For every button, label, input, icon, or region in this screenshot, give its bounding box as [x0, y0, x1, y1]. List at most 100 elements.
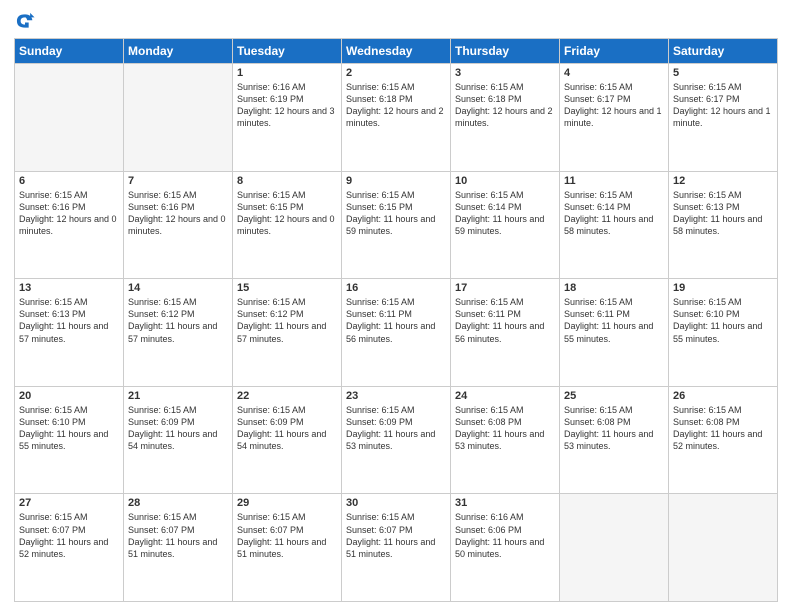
day-number: 14: [128, 282, 228, 294]
logo-text: [14, 10, 40, 32]
calendar-week-row: 1 Sunrise: 6:16 AM Sunset: 6:19 PM Daylig…: [15, 64, 778, 172]
calendar-cell: 22 Sunrise: 6:15 AM Sunset: 6:09 PM Dayli…: [233, 386, 342, 494]
calendar-week-row: 27 Sunrise: 6:15 AM Sunset: 6:07 PM Dayli…: [15, 494, 778, 602]
calendar-cell: 29 Sunrise: 6:15 AM Sunset: 6:07 PM Dayli…: [233, 494, 342, 602]
day-number: 24: [455, 390, 555, 402]
calendar-cell: 14 Sunrise: 6:15 AM Sunset: 6:12 PM Dayli…: [124, 279, 233, 387]
day-number: 2: [346, 67, 446, 79]
day-detail: Sunrise: 6:15 AM Sunset: 6:07 PM Dayligh…: [346, 511, 446, 560]
calendar-cell: 26 Sunrise: 6:15 AM Sunset: 6:08 PM Dayli…: [669, 386, 778, 494]
calendar-week-row: 20 Sunrise: 6:15 AM Sunset: 6:10 PM Dayli…: [15, 386, 778, 494]
day-detail: Sunrise: 6:15 AM Sunset: 6:12 PM Dayligh…: [128, 296, 228, 345]
day-detail: Sunrise: 6:16 AM Sunset: 6:06 PM Dayligh…: [455, 511, 555, 560]
column-header-saturday: Saturday: [669, 39, 778, 64]
calendar-cell: 19Sunrise: 6:15 AM Sunset: 6:10 PM Dayli…: [669, 279, 778, 387]
calendar-cell: 17Sunrise: 6:15 AM Sunset: 6:11 PM Dayli…: [451, 279, 560, 387]
calendar-cell: 9 Sunrise: 6:15 AM Sunset: 6:15 PM Daylig…: [342, 171, 451, 279]
day-detail: Sunrise: 6:15 AM Sunset: 6:17 PM Dayligh…: [564, 81, 664, 130]
calendar-week-row: 6 Sunrise: 6:15 AM Sunset: 6:16 PM Daylig…: [15, 171, 778, 279]
day-number: 16: [346, 282, 446, 294]
calendar-cell: 25Sunrise: 6:15 AM Sunset: 6:08 PM Dayli…: [560, 386, 669, 494]
day-number: 28: [128, 497, 228, 509]
day-number: 13: [19, 282, 119, 294]
calendar-cell: 5Sunrise: 6:15 AM Sunset: 6:17 PM Daylig…: [669, 64, 778, 172]
column-header-tuesday: Tuesday: [233, 39, 342, 64]
calendar-cell: 24 Sunrise: 6:15 AM Sunset: 6:08 PM Dayli…: [451, 386, 560, 494]
day-detail: Sunrise: 6:16 AM Sunset: 6:19 PM Dayligh…: [237, 81, 337, 130]
calendar-cell: 28 Sunrise: 6:15 AM Sunset: 6:07 PM Dayli…: [124, 494, 233, 602]
calendar-cell: 12Sunrise: 6:15 AM Sunset: 6:13 PM Dayli…: [669, 171, 778, 279]
calendar-cell: 3 Sunrise: 6:15 AM Sunset: 6:18 PM Daylig…: [451, 64, 560, 172]
day-number: 6: [19, 175, 119, 187]
day-detail: Sunrise: 6:15 AM Sunset: 6:14 PM Dayligh…: [564, 189, 664, 238]
column-header-thursday: Thursday: [451, 39, 560, 64]
calendar-cell: 11 Sunrise: 6:15 AM Sunset: 6:14 PM Dayli…: [560, 171, 669, 279]
day-number: 27: [19, 497, 119, 509]
day-detail: Sunrise: 6:15 AM Sunset: 6:07 PM Dayligh…: [19, 511, 119, 560]
calendar-cell: 16 Sunrise: 6:15 AM Sunset: 6:11 PM Dayli…: [342, 279, 451, 387]
day-detail: Sunrise: 6:15 AM Sunset: 6:10 PM Dayligh…: [19, 404, 119, 453]
logo-icon: [14, 10, 36, 32]
logo: [14, 10, 40, 32]
day-detail: Sunrise: 6:15 AM Sunset: 6:14 PM Dayligh…: [455, 189, 555, 238]
day-detail: Sunrise: 6:15 AM Sunset: 6:15 PM Dayligh…: [346, 189, 446, 238]
column-header-wednesday: Wednesday: [342, 39, 451, 64]
calendar-cell: 18Sunrise: 6:15 AM Sunset: 6:11 PM Dayli…: [560, 279, 669, 387]
day-detail: Sunrise: 6:15 AM Sunset: 6:08 PM Dayligh…: [455, 404, 555, 453]
day-detail: Sunrise: 6:15 AM Sunset: 6:12 PM Dayligh…: [237, 296, 337, 345]
calendar-cell: 4 Sunrise: 6:15 AM Sunset: 6:17 PM Daylig…: [560, 64, 669, 172]
day-detail: Sunrise: 6:15 AM Sunset: 6:07 PM Dayligh…: [128, 511, 228, 560]
calendar-cell: 7 Sunrise: 6:15 AM Sunset: 6:16 PM Daylig…: [124, 171, 233, 279]
day-detail: Sunrise: 6:15 AM Sunset: 6:09 PM Dayligh…: [237, 404, 337, 453]
calendar-cell: [669, 494, 778, 602]
day-detail: Sunrise: 6:15 AM Sunset: 6:17 PM Dayligh…: [673, 81, 773, 130]
day-detail: Sunrise: 6:15 AM Sunset: 6:11 PM Dayligh…: [455, 296, 555, 345]
day-detail: Sunrise: 6:15 AM Sunset: 6:08 PM Dayligh…: [673, 404, 773, 453]
day-detail: Sunrise: 6:15 AM Sunset: 6:18 PM Dayligh…: [455, 81, 555, 130]
day-number: 29: [237, 497, 337, 509]
day-detail: Sunrise: 6:15 AM Sunset: 6:16 PM Dayligh…: [19, 189, 119, 238]
calendar-cell: 27 Sunrise: 6:15 AM Sunset: 6:07 PM Dayli…: [15, 494, 124, 602]
day-detail: Sunrise: 6:15 AM Sunset: 6:11 PM Dayligh…: [564, 296, 664, 345]
calendar-table: SundayMondayTuesdayWednesdayThursdayFrid…: [14, 38, 778, 602]
day-number: 21: [128, 390, 228, 402]
header: [14, 10, 778, 32]
day-number: 30: [346, 497, 446, 509]
column-header-friday: Friday: [560, 39, 669, 64]
day-detail: Sunrise: 6:15 AM Sunset: 6:10 PM Dayligh…: [673, 296, 773, 345]
day-number: 26: [673, 390, 773, 402]
calendar-cell: 13 Sunrise: 6:15 AM Sunset: 6:13 PM Dayli…: [15, 279, 124, 387]
day-number: 20: [19, 390, 119, 402]
calendar-week-row: 13 Sunrise: 6:15 AM Sunset: 6:13 PM Dayli…: [15, 279, 778, 387]
day-detail: Sunrise: 6:15 AM Sunset: 6:13 PM Dayligh…: [673, 189, 773, 238]
day-number: 10: [455, 175, 555, 187]
day-number: 3: [455, 67, 555, 79]
calendar-cell: 6 Sunrise: 6:15 AM Sunset: 6:16 PM Daylig…: [15, 171, 124, 279]
day-detail: Sunrise: 6:15 AM Sunset: 6:08 PM Dayligh…: [564, 404, 664, 453]
column-header-sunday: Sunday: [15, 39, 124, 64]
day-number: 8: [237, 175, 337, 187]
day-number: 7: [128, 175, 228, 187]
day-number: 23: [346, 390, 446, 402]
day-number: 11: [564, 175, 664, 187]
day-number: 31: [455, 497, 555, 509]
day-detail: Sunrise: 6:15 AM Sunset: 6:13 PM Dayligh…: [19, 296, 119, 345]
day-number: 9: [346, 175, 446, 187]
calendar-cell: 21 Sunrise: 6:15 AM Sunset: 6:09 PM Dayli…: [124, 386, 233, 494]
calendar-cell: [124, 64, 233, 172]
day-detail: Sunrise: 6:15 AM Sunset: 6:11 PM Dayligh…: [346, 296, 446, 345]
day-detail: Sunrise: 6:15 AM Sunset: 6:07 PM Dayligh…: [237, 511, 337, 560]
calendar-cell: 23 Sunrise: 6:15 AM Sunset: 6:09 PM Dayli…: [342, 386, 451, 494]
calendar-cell: 10 Sunrise: 6:15 AM Sunset: 6:14 PM Dayli…: [451, 171, 560, 279]
calendar-cell: 31 Sunrise: 6:16 AM Sunset: 6:06 PM Dayli…: [451, 494, 560, 602]
day-detail: Sunrise: 6:15 AM Sunset: 6:09 PM Dayligh…: [346, 404, 446, 453]
day-detail: Sunrise: 6:15 AM Sunset: 6:16 PM Dayligh…: [128, 189, 228, 238]
day-detail: Sunrise: 6:15 AM Sunset: 6:15 PM Dayligh…: [237, 189, 337, 238]
day-number: 4: [564, 67, 664, 79]
calendar-cell: [560, 494, 669, 602]
day-number: 22: [237, 390, 337, 402]
calendar-header-row: SundayMondayTuesdayWednesdayThursdayFrid…: [15, 39, 778, 64]
day-detail: Sunrise: 6:15 AM Sunset: 6:09 PM Dayligh…: [128, 404, 228, 453]
day-number: 1: [237, 67, 337, 79]
column-header-monday: Monday: [124, 39, 233, 64]
